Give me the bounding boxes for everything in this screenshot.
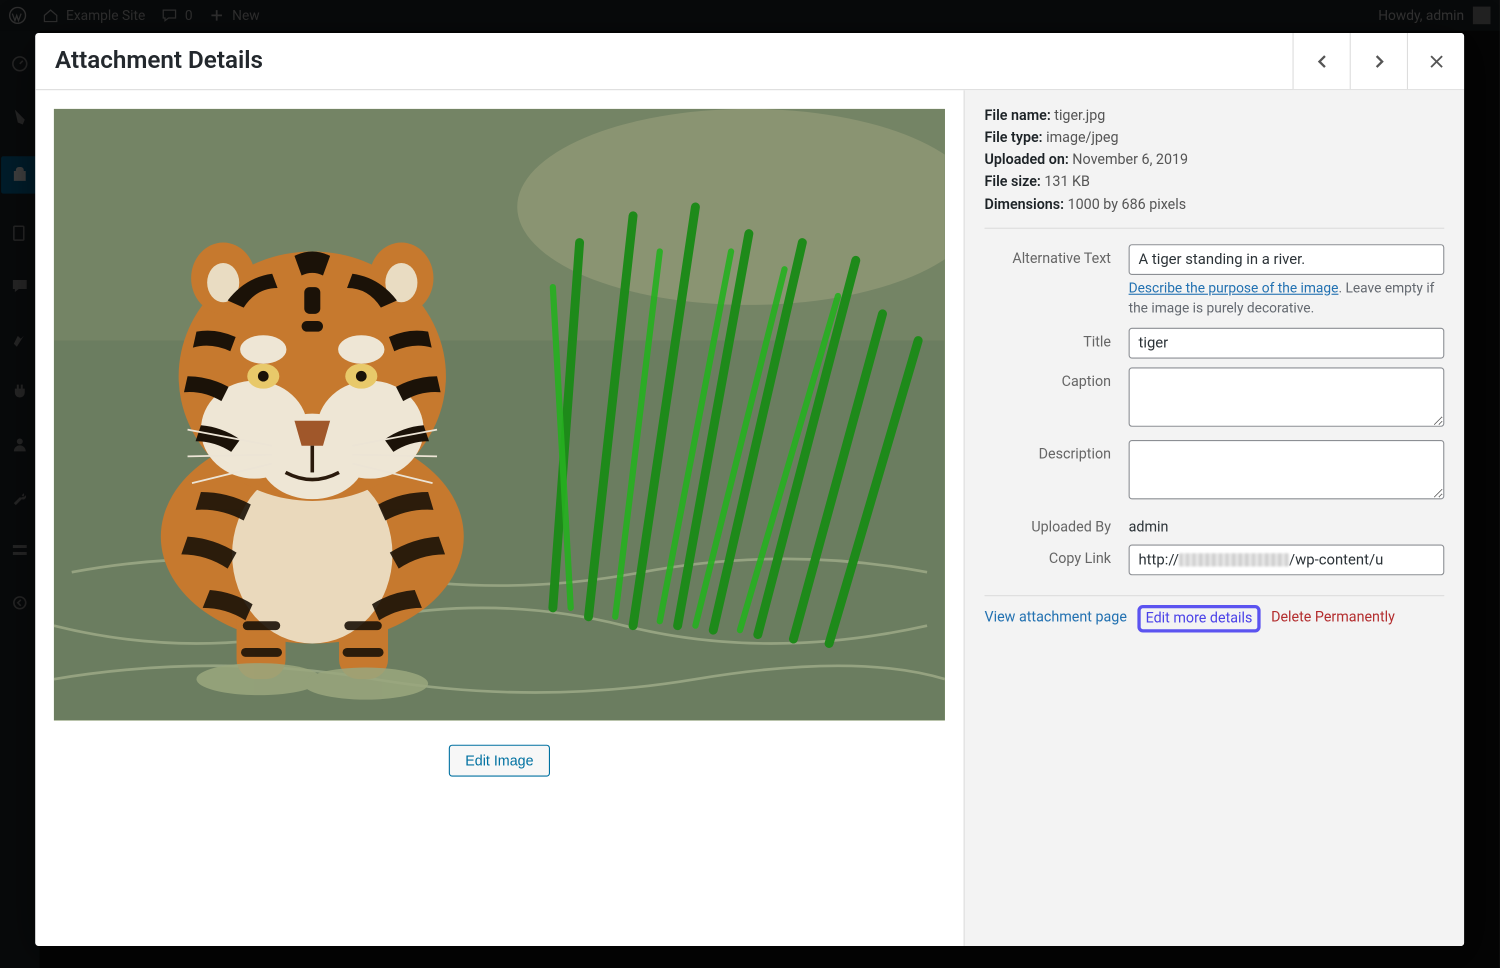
description-label: Description bbox=[985, 440, 1112, 463]
caption-label: Caption bbox=[985, 367, 1112, 390]
description-textarea[interactable] bbox=[1129, 440, 1445, 499]
view-attachment-page-link[interactable]: View attachment page bbox=[985, 609, 1127, 632]
attachment-details-modal: Attachment Details bbox=[35, 33, 1464, 946]
edit-more-details-link[interactable]: Edit more details bbox=[1138, 605, 1260, 633]
alt-text-input[interactable] bbox=[1129, 244, 1445, 275]
filetype-label: File type: bbox=[985, 130, 1043, 147]
divider bbox=[985, 595, 1445, 596]
dimensions-label: Dimensions: bbox=[985, 196, 1065, 213]
modal-header: Attachment Details bbox=[35, 33, 1464, 90]
title-input[interactable] bbox=[1129, 328, 1445, 359]
uploadedby-value: admin bbox=[1129, 513, 1445, 536]
attachment-preview-pane: Edit Image bbox=[35, 90, 963, 946]
prev-attachment-button[interactable] bbox=[1293, 33, 1350, 89]
caption-textarea[interactable] bbox=[1129, 367, 1445, 426]
copylink-label: Copy Link bbox=[985, 544, 1112, 567]
attachment-image bbox=[54, 109, 945, 720]
filename-label: File name: bbox=[985, 108, 1051, 125]
alt-help-link[interactable]: Describe the purpose of the image bbox=[1129, 280, 1339, 297]
attachment-actions: View attachment page Edit more details D… bbox=[985, 609, 1445, 632]
uploadedby-label: Uploaded By bbox=[985, 513, 1112, 536]
filetype-value: image/jpeg bbox=[1046, 130, 1118, 147]
dimensions-value: 1000 by 686 pixels bbox=[1068, 196, 1187, 213]
edit-image-button[interactable]: Edit Image bbox=[449, 744, 550, 776]
filesize-label: File size: bbox=[985, 174, 1041, 191]
delete-permanently-link[interactable]: Delete Permanently bbox=[1271, 609, 1395, 632]
close-modal-button[interactable] bbox=[1407, 33, 1464, 89]
attachment-meta: File name: tiger.jpg File type: image/jp… bbox=[985, 106, 1445, 229]
alt-text-label: Alternative Text bbox=[985, 244, 1112, 267]
title-label: Title bbox=[985, 328, 1112, 351]
filename-value: tiger.jpg bbox=[1054, 108, 1105, 125]
uploaded-value: November 6, 2019 bbox=[1072, 152, 1188, 169]
copylink-input[interactable] bbox=[1129, 544, 1445, 575]
next-attachment-button[interactable] bbox=[1350, 33, 1407, 89]
uploaded-label: Uploaded on: bbox=[985, 152, 1069, 169]
filesize-value: 131 KB bbox=[1044, 174, 1090, 191]
attachment-details-pane: File name: tiger.jpg File type: image/jp… bbox=[964, 90, 1464, 946]
modal-title: Attachment Details bbox=[35, 47, 1292, 75]
